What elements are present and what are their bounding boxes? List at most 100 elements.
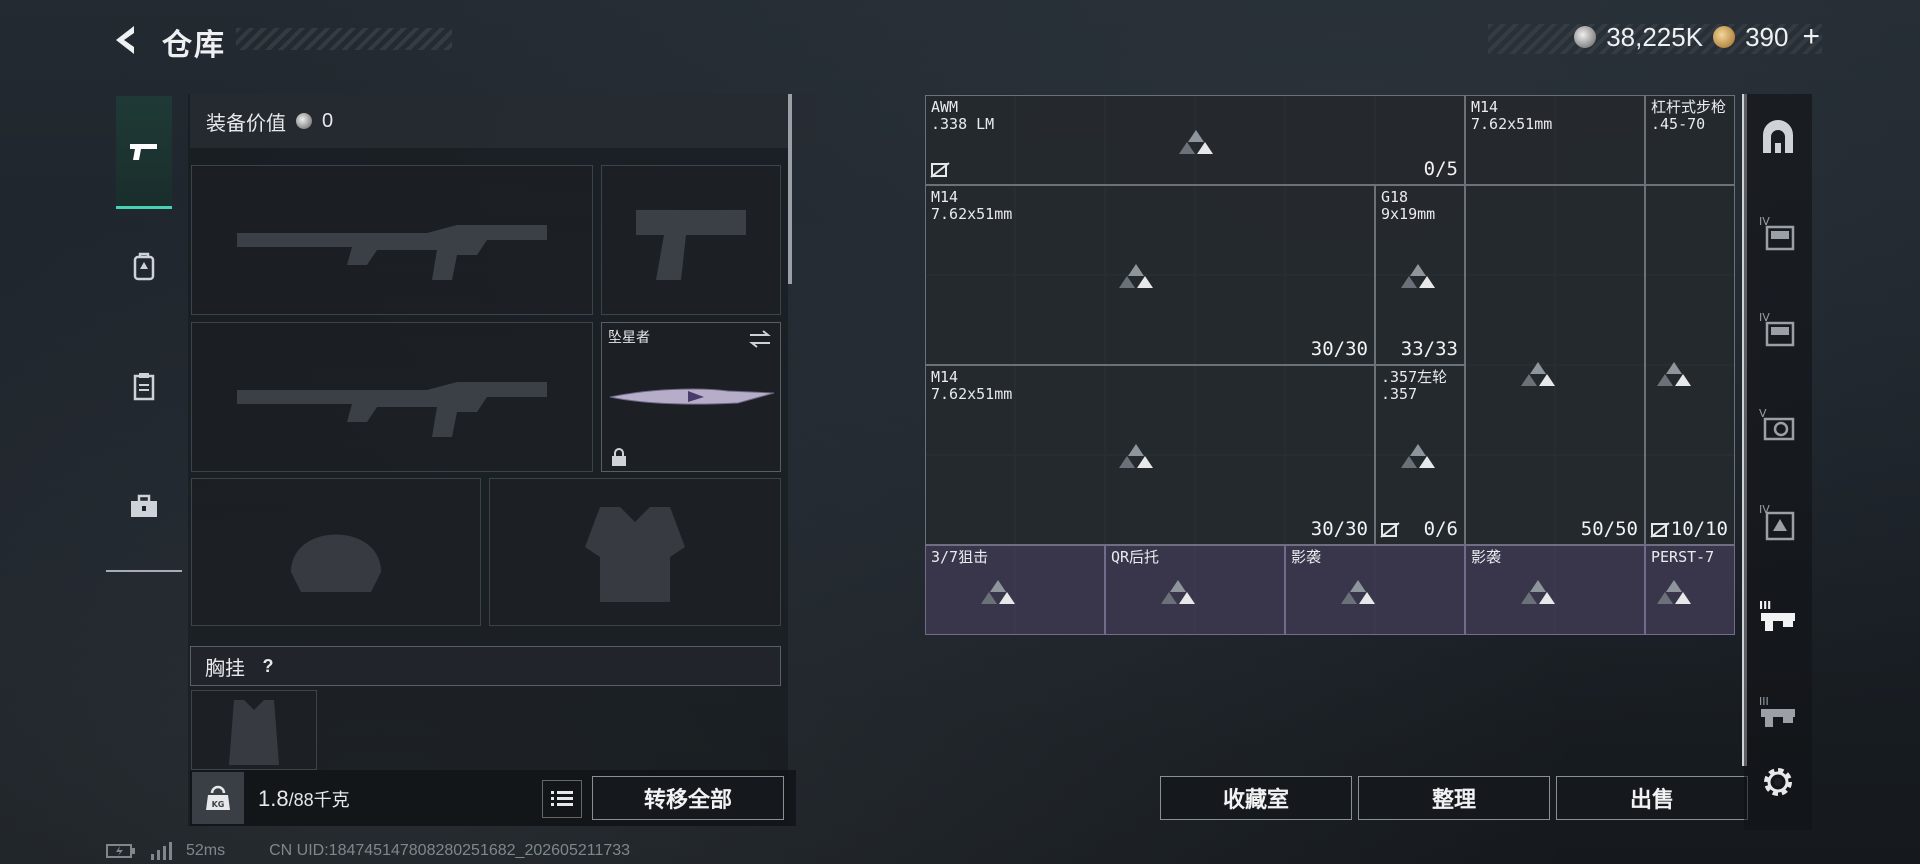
toolbox-icon: [131, 494, 157, 517]
armor-slot[interactable]: [489, 478, 781, 626]
item-count: 0/6: [1423, 518, 1458, 540]
item-title: AWM: [931, 98, 959, 116]
melee-slot[interactable]: 坠星者: [601, 322, 781, 472]
item-title: QR后托: [1111, 548, 1160, 566]
rarity-triangle-icon: [981, 580, 1015, 604]
tier-iii-rifle-icon: III: [1759, 695, 1795, 727]
tab-weapons[interactable]: [116, 96, 172, 209]
weight-max: /88千克: [288, 790, 350, 810]
chest-rig-silhouette-icon: [192, 691, 316, 769]
vest-silhouette-icon: [490, 479, 780, 625]
tier-iii-rifle-icon: III: [1759, 599, 1795, 631]
equipment-value-bar: 装备价值 0: [190, 94, 816, 148]
stash-item[interactable]: 10/10: [1645, 185, 1735, 545]
item-name: M14 7.62x51mm: [931, 369, 1012, 403]
currency-display: 38,225K 390 +: [1574, 20, 1820, 54]
rarity-triangle-icon: [1119, 444, 1153, 468]
stash-item[interactable]: AWM .338 LM 0/5: [925, 95, 1465, 185]
collection-room-button[interactable]: 收藏室: [1160, 776, 1352, 820]
item-title: 3/7狙击: [931, 548, 989, 566]
back-arrow-icon: [116, 26, 134, 54]
tier-iv-bag-icon: IV: [1759, 503, 1795, 541]
storage-tab-v[interactable]: V: [1754, 402, 1802, 450]
item-caliber: .338 LM: [931, 115, 995, 133]
storage-tab-iv-1[interactable]: IV: [1754, 210, 1802, 258]
item-title: 影袭: [1291, 548, 1322, 566]
lock-room-icon: [1763, 120, 1793, 153]
rarity-triangle-icon: [1161, 580, 1195, 604]
item-caliber: .45-70: [1651, 115, 1706, 133]
item-title: .357左轮: [1381, 368, 1448, 386]
ping: 52ms: [186, 842, 226, 859]
item-count: 30/30: [1310, 338, 1368, 360]
item-title: M14: [931, 188, 959, 206]
rarity-triangle-icon: [1179, 130, 1213, 154]
item-count: 30/30: [1310, 518, 1368, 540]
stash-item[interactable]: M14 7.62x51mm 30/30: [925, 185, 1375, 365]
item-count: 33/33: [1400, 338, 1458, 360]
sell-button[interactable]: 出售: [1556, 776, 1748, 820]
stash-item[interactable]: 影袭: [1285, 545, 1465, 635]
tab-clipboard[interactable]: [116, 358, 172, 414]
back-button[interactable]: [106, 20, 146, 60]
weight-icon: KG: [192, 772, 244, 824]
category-tabs: [106, 86, 182, 572]
stash-item[interactable]: 杠杆式步枪 .45-70: [1645, 95, 1735, 185]
stash-grid: AWM .338 LM 0/5 M14 7.62x51mm 杠杆式步枪 .45-70 M14 7…: [924, 94, 1736, 635]
rifle-silhouette-icon: [192, 323, 592, 471]
stash-item[interactable]: 3/7狙击: [925, 545, 1105, 635]
transfer-all-button[interactable]: 转移全部: [592, 776, 784, 820]
list-view-button[interactable]: [542, 780, 582, 818]
item-caliber: .357: [1381, 385, 1418, 403]
rarity-triangle-icon: [1401, 444, 1435, 468]
no-ammo-icon: [1650, 522, 1670, 538]
item-count: 0/5: [1423, 158, 1458, 180]
rarity-triangle-icon: [1657, 580, 1691, 604]
storage-tab-iv-3[interactable]: IV: [1754, 498, 1802, 546]
item-caliber: 7.62x51mm: [931, 205, 1013, 223]
stash-item[interactable]: QR后托: [1105, 545, 1285, 635]
add-currency-button[interactable]: +: [1802, 20, 1820, 54]
list-icon: [551, 791, 573, 806]
rarity-triangle-icon: [1401, 264, 1435, 288]
status-bar: 52ms CN UID:184745147808280251682_202605…: [106, 842, 630, 860]
stash-item[interactable]: G18 9x19mm 33/33: [1375, 185, 1465, 365]
settings-button[interactable]: [1754, 758, 1802, 806]
chest-rig-label: 胸挂: [205, 657, 245, 680]
stash-item[interactable]: M14 7.62x51mm 30/30: [925, 365, 1375, 545]
stash-item[interactable]: .357左轮 .357 0/6: [1375, 365, 1465, 545]
secondary-weapon-slot[interactable]: [191, 322, 593, 472]
tab-backpack[interactable]: [116, 238, 172, 294]
title-stripe: [236, 28, 452, 50]
sidearm-slot[interactable]: [601, 165, 781, 315]
storage-tab-room[interactable]: [1754, 114, 1802, 162]
stash-item[interactable]: 影袭: [1465, 545, 1645, 635]
chest-rig-slot[interactable]: [191, 690, 317, 770]
sort-button[interactable]: 整理: [1358, 776, 1550, 820]
equipment-scrollbar[interactable]: [788, 94, 792, 284]
stash-item[interactable]: PERST-7: [1645, 545, 1735, 635]
weight-readout: 1.8/88千克: [258, 786, 350, 812]
rarity-triangle-icon: [1657, 362, 1691, 386]
stash-item[interactable]: M14 7.62x51mm: [1465, 95, 1645, 185]
storage-tab-iv-2[interactable]: IV: [1754, 306, 1802, 354]
no-ammo-icon: [1380, 522, 1400, 538]
tier-iv-crate-icon: IV: [1759, 215, 1795, 251]
helmet-slot[interactable]: [191, 478, 481, 626]
weight-current: 1.8: [258, 786, 289, 811]
svg-text:III: III: [1759, 599, 1771, 612]
primary-weapon-slot[interactable]: [191, 165, 593, 315]
gear-icon: [1764, 768, 1792, 796]
rarity-triangle-icon: [1521, 362, 1555, 386]
item-name: 杠杆式步枪 .45-70: [1651, 99, 1726, 133]
helmet-silhouette-icon: [192, 479, 480, 625]
battery-icon: [106, 844, 135, 858]
equipment-value-amount: 0: [322, 109, 334, 132]
help-icon[interactable]: ?: [255, 653, 281, 679]
item-title: M14: [931, 368, 959, 386]
swap-icon[interactable]: [748, 329, 772, 349]
storage-tab-iii-1[interactable]: III: [1754, 594, 1802, 642]
tab-toolbox[interactable]: [116, 478, 172, 534]
stash-item[interactable]: 50/50: [1465, 185, 1645, 545]
storage-tab-iii-2[interactable]: III: [1754, 690, 1802, 738]
